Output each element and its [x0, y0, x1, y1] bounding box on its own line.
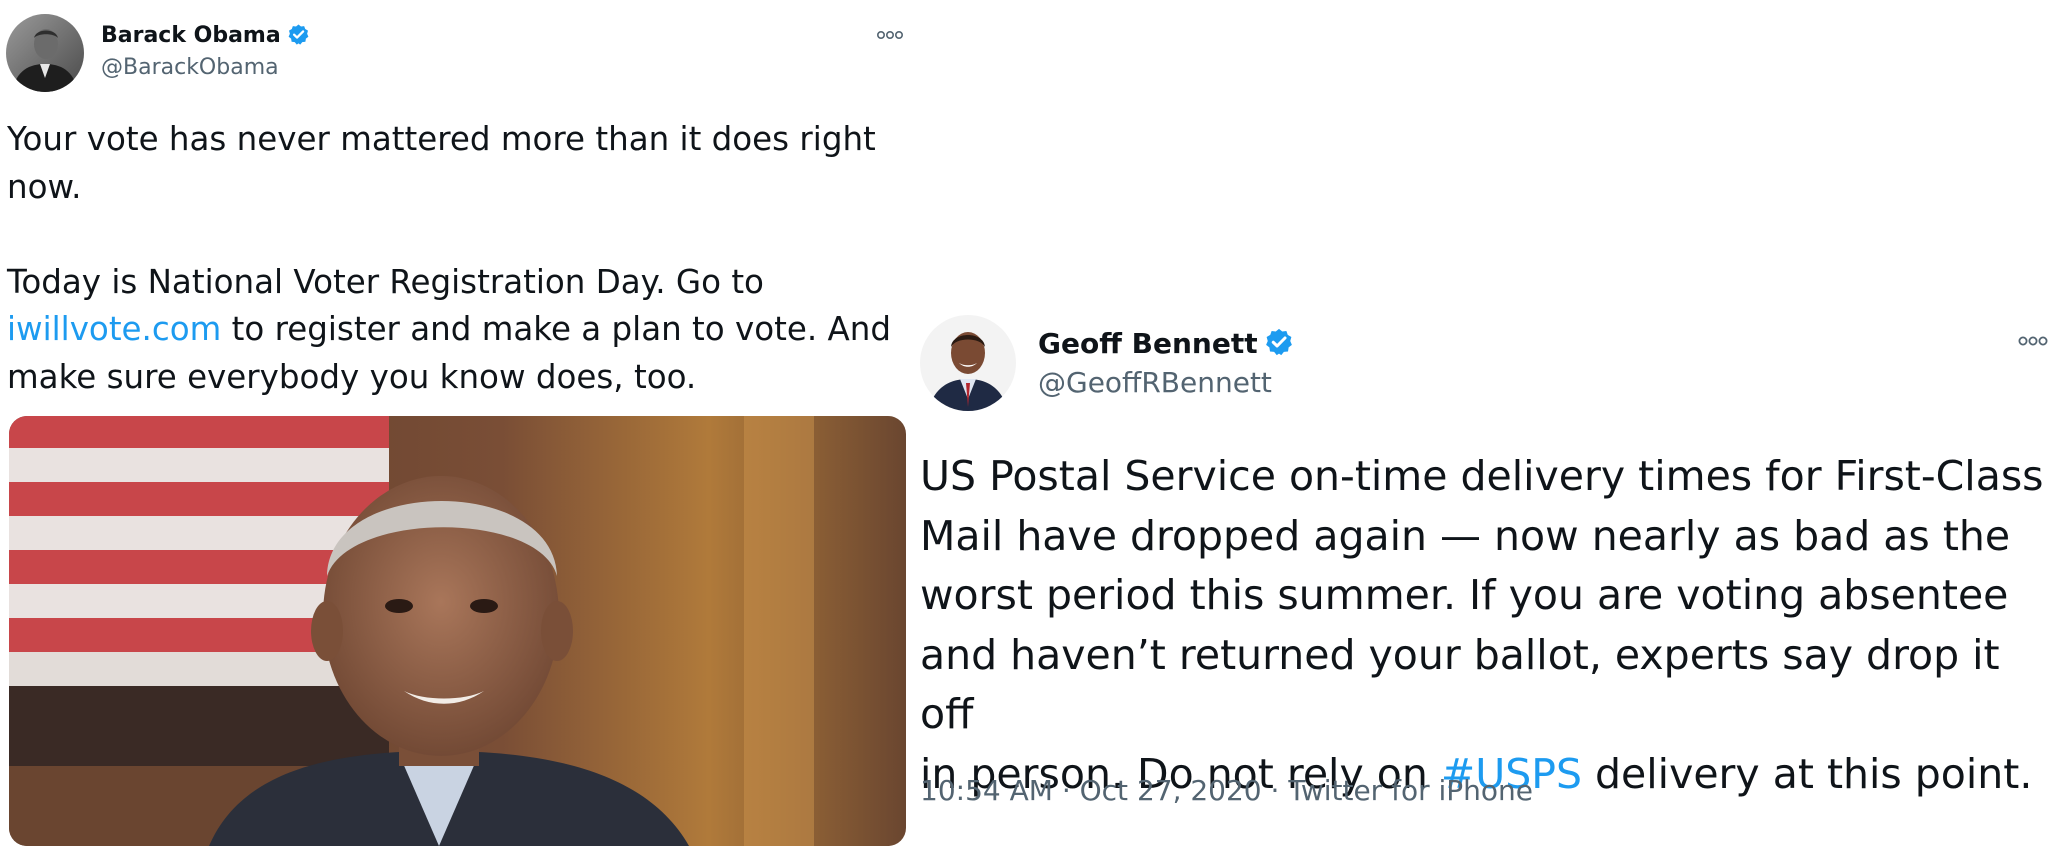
tweet-text: Your vote has never mattered more than i…	[7, 116, 907, 401]
author-display-name[interactable]: Barack Obama	[101, 22, 281, 50]
paragraph-break	[7, 211, 907, 259]
tweet-text: US Postal Service on-time delivery times…	[920, 447, 2045, 804]
author-name-row[interactable]: Geoff Bennett	[1038, 327, 1294, 361]
tweet-text-line: Your vote has never mattered more than i…	[7, 120, 876, 158]
tweet-timestamp-time[interactable]: 10:54 AM	[920, 774, 1053, 807]
author-display-name[interactable]: Geoff Bennett	[1038, 327, 1258, 361]
meta-separator: ·	[1270, 774, 1280, 807]
tweet-video-thumbnail[interactable]	[9, 416, 906, 846]
video-still-image	[9, 416, 906, 846]
tweet-card-geoff-bennett[interactable]: Geoff Bennett @GeoffRBennett US Postal S…	[910, 0, 2048, 837]
more-options-icon[interactable]	[876, 26, 904, 45]
tweet-text-line: Mail have dropped again — now nearly as …	[920, 511, 2011, 560]
tweet-metadata: 10:54 AM · Oct 27, 2020 · Twitter for iP…	[920, 773, 1533, 809]
tweet-card-barack-obama[interactable]: Barack Obama @BarackObama Your vote has …	[0, 0, 910, 846]
tweet-link-iwillvote[interactable]: iwillvote.com	[7, 310, 221, 348]
tweet-text-fragment: delivery at this point.	[1582, 749, 2033, 798]
verified-badge-icon	[1264, 327, 1294, 361]
avatar-portrait-image	[920, 315, 1016, 411]
tweet-text-line: and haven’t returned your ballot, expert…	[920, 630, 2000, 739]
tweet-text-line: worst period this summer. If you are vot…	[920, 571, 2009, 619]
avatar-barack-obama[interactable]	[6, 14, 84, 92]
tweet-text-line: make sure everybody you know does, too.	[7, 357, 697, 396]
avatar-geoff-bennett[interactable]	[920, 315, 1016, 411]
tweet-text-line: iwillvote.com to register and make a pla…	[7, 306, 907, 354]
tweet-source-link[interactable]: Twitter for iPhone	[1288, 774, 1533, 807]
verified-badge-icon	[287, 23, 310, 50]
author-handle[interactable]: @BarackObama	[101, 54, 279, 82]
tweet-text-line: US Postal Service on-time delivery times…	[920, 452, 2044, 500]
tweet-text-fragment: to register and make a plan to vote. And	[221, 310, 891, 348]
meta-separator: ·	[1061, 774, 1071, 807]
author-name-row[interactable]: Barack Obama	[101, 22, 310, 50]
tweet-text-line: Today is National Voter Registration Day…	[7, 262, 764, 301]
tweet-timestamp-date[interactable]: Oct 27, 2020	[1080, 774, 1262, 807]
avatar-portrait-image	[6, 14, 84, 92]
tweet-text-line: now.	[7, 167, 82, 206]
more-options-icon[interactable]	[2018, 333, 2048, 352]
author-handle[interactable]: @GeoffRBennett	[1038, 366, 1272, 400]
